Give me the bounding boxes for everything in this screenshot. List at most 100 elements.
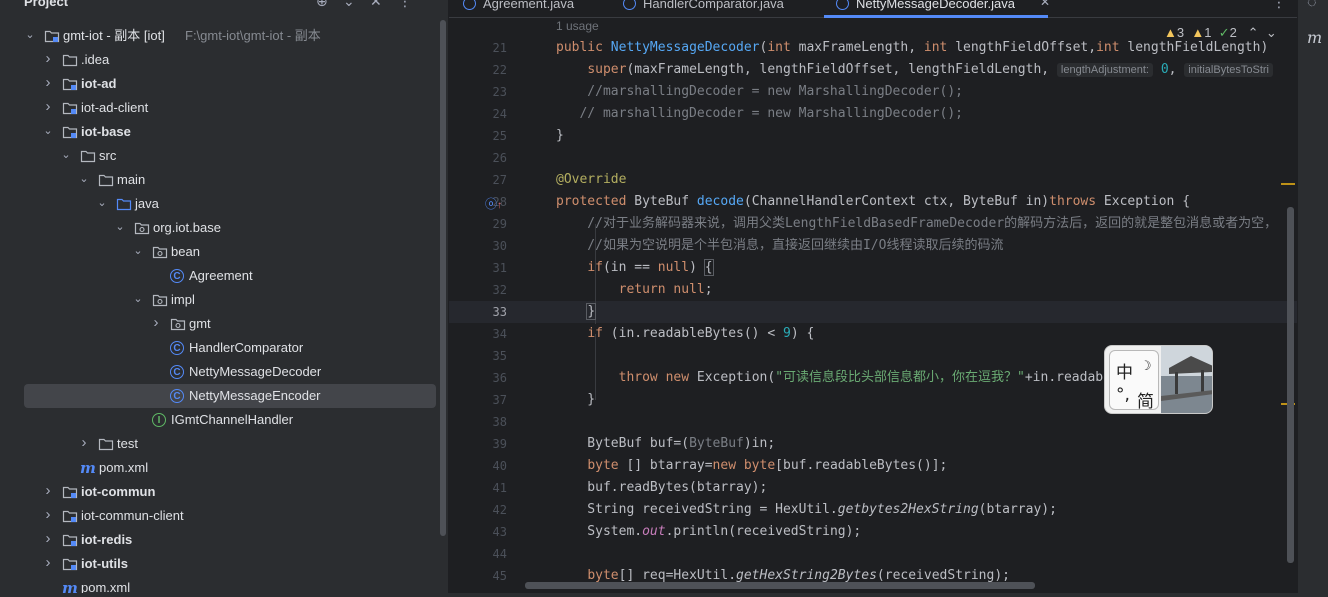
code-line-40: byte [] btarray=new byte[buf.readableByt…: [587, 458, 948, 473]
line-number[interactable]: 41: [449, 477, 507, 499]
line-number[interactable]: 35: [449, 345, 507, 367]
chevron-down-icon[interactable]: ⌄: [132, 245, 144, 257]
ime-mode-box[interactable]: 中 ☽ °, 简: [1109, 350, 1159, 412]
ime-mode[interactable]: 中: [1116, 358, 1133, 383]
chevron-down-icon[interactable]: ⌄: [96, 197, 108, 209]
chevron-right-icon[interactable]: ›: [42, 99, 54, 114]
ime-skin-image: [1161, 346, 1212, 413]
ime-script[interactable]: 简: [1137, 387, 1154, 412]
tree-item[interactable]: C HandlerComparator: [0, 336, 448, 360]
tree-item[interactable]: › iot-ad: [0, 72, 448, 96]
chevron-right-icon[interactable]: ›: [42, 75, 54, 90]
line-number[interactable]: 37: [449, 389, 507, 411]
tree-item-path-hint: F:\gmt-iot\gmt-iot - 副本: [185, 28, 321, 43]
tree-item[interactable]: C NettyMessageEncoder: [24, 384, 436, 408]
line-number[interactable]: 42: [449, 499, 507, 521]
chevron-right-icon[interactable]: ›: [42, 555, 54, 570]
package-icon: [134, 220, 150, 236]
tree-item[interactable]: › .idea: [0, 48, 448, 72]
ime-punctuation[interactable]: °,: [1116, 385, 1130, 405]
tree-item[interactable]: C NettyMessageDecoder: [0, 360, 448, 384]
chevron-right-icon[interactable]: ›: [42, 483, 54, 498]
tree-item[interactable]: ⌄ gmt-iot - 副本 [iot] F:\gmt-iot\gmt-iot - …: [0, 24, 448, 48]
code-area[interactable]: public NettyMessageDecoder(int maxFrameL…: [556, 0, 1296, 597]
editor-horizontal-scrollbar[interactable]: [525, 582, 1035, 589]
add-icon[interactable]: ⊕: [316, 0, 328, 10]
line-number[interactable]: 26: [449, 147, 507, 169]
tree-item[interactable]: ⌄ bean: [0, 240, 448, 264]
code-line-37: }: [556, 392, 596, 407]
line-number[interactable]: 30: [449, 235, 507, 257]
close-icon[interactable]: ✕: [370, 0, 382, 10]
code-line-42: String receivedString = HexUtil.getbytes…: [556, 502, 1057, 517]
chevron-down-icon[interactable]: ⌄: [114, 221, 126, 233]
line-number[interactable]: 34: [449, 323, 507, 345]
tree-item-label: Agreement: [189, 268, 253, 283]
tree-item[interactable]: ⌄ org.iot.base: [0, 216, 448, 240]
folder-icon: [98, 172, 114, 188]
tree-item[interactable]: › iot-utils: [0, 552, 448, 576]
line-number[interactable]: 33: [449, 301, 507, 323]
line-number-gutter[interactable]: 21 22 23 24 25 26 27 28 29 30 31 32 33 34 35 36 37 38 39 40…: [449, 0, 521, 597]
folder-icon: [98, 436, 114, 452]
more-icon[interactable]: ⋮: [398, 0, 412, 10]
chevron-down-icon[interactable]: ⌄: [132, 293, 144, 305]
code-line-32: return null;: [618, 282, 713, 297]
tree-item[interactable]: › iot-commun: [0, 480, 448, 504]
line-number[interactable]: 24: [449, 103, 507, 125]
ime-toolbar[interactable]: 中 ☽ °, 简: [1104, 345, 1213, 414]
code-line-39: ByteBuf buf=(ByteBuf)in;: [556, 436, 776, 451]
chevron-right-icon[interactable]: ›: [42, 507, 54, 522]
tree-item[interactable]: ⌄ impl: [0, 288, 448, 312]
code-editor[interactable]: Agreement.java HandlerComparator.java Ne…: [449, 0, 1297, 597]
tree-item[interactable]: ⌄ java: [0, 192, 448, 216]
tree-item[interactable]: m pom.xml: [0, 456, 448, 480]
line-number[interactable]: 31: [449, 257, 507, 279]
module-folder-icon: [62, 508, 78, 524]
tree-item[interactable]: › iot-ad-client: [0, 96, 448, 120]
tree-item[interactable]: ⌄ iot-base: [0, 120, 448, 144]
tree-item[interactable]: ⌄ main: [0, 168, 448, 192]
chevron-down-icon[interactable]: ⌄: [24, 29, 36, 41]
line-number[interactable]: 38: [449, 411, 507, 433]
line-number[interactable]: 36: [449, 367, 507, 389]
maven-icon[interactable]: m: [1307, 28, 1322, 47]
folder-icon: [62, 52, 78, 68]
code-line-23: //marshallingDecoder = new MarshallingDe…: [556, 84, 963, 99]
line-number[interactable]: 45: [449, 565, 507, 587]
tree-item[interactable]: › test: [0, 432, 448, 456]
line-number[interactable]: 25: [449, 125, 507, 147]
project-scrollbar[interactable]: [440, 20, 446, 536]
chevron-right-icon[interactable]: ›: [150, 315, 162, 330]
line-number[interactable]: 39: [449, 433, 507, 455]
tree-item[interactable]: › iot-commun-client: [0, 504, 448, 528]
override-method-icon[interactable]: ⓞ↑: [485, 195, 502, 212]
line-number[interactable]: 43: [449, 521, 507, 543]
line-number[interactable]: 27: [449, 169, 507, 191]
line-number[interactable]: 40: [449, 455, 507, 477]
chevron-down-icon[interactable]: ⌄: [60, 149, 72, 161]
tree-item[interactable]: I IGmtChannelHandler: [0, 408, 448, 432]
chevron-down-icon[interactable]: ⌄: [42, 125, 54, 137]
line-number[interactable]: 32: [449, 279, 507, 301]
tree-item[interactable]: › gmt: [0, 312, 448, 336]
tree-item[interactable]: › iot-redis: [0, 528, 448, 552]
chevron-right-icon[interactable]: ›: [78, 435, 90, 450]
tree-item[interactable]: ⌄ src: [0, 144, 448, 168]
chevron-down-icon[interactable]: ⌄: [78, 173, 90, 185]
tree-item[interactable]: C Agreement: [0, 264, 448, 288]
warning-marker[interactable]: [1281, 183, 1295, 185]
project-title[interactable]: Project: [24, 0, 68, 9]
code-line-29: //对于业务解码器来说，调用父类LengthFieldBasedFrameDec…: [556, 216, 1278, 231]
line-number[interactable]: 44: [449, 543, 507, 565]
line-number[interactable]: 23: [449, 81, 507, 103]
collapse-icon[interactable]: ⌄: [343, 0, 355, 10]
notifications-icon[interactable]: ◌: [1307, 0, 1317, 12]
tree-item-label: bean: [171, 244, 200, 259]
chevron-right-icon[interactable]: ›: [42, 531, 54, 546]
chevron-right-icon[interactable]: ›: [42, 51, 54, 66]
editor-vertical-scrollbar[interactable]: [1287, 207, 1294, 563]
line-number[interactable]: 22: [449, 59, 507, 81]
line-number[interactable]: 29: [449, 213, 507, 235]
line-number[interactable]: 21: [449, 37, 507, 59]
